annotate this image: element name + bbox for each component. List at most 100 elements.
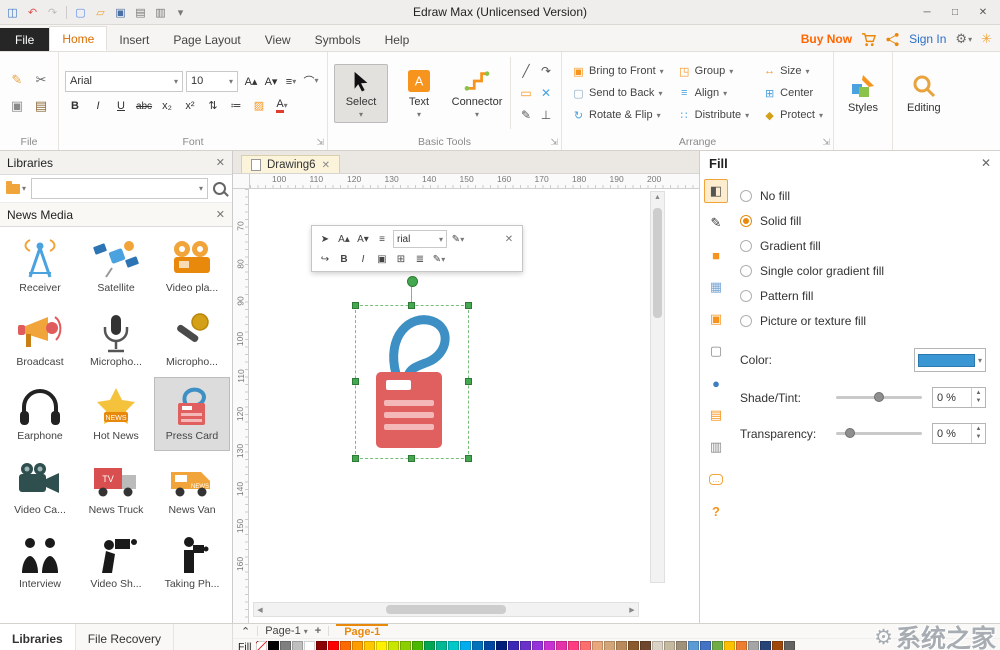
fill-tool-icon[interactable]: ◧ [704,179,728,203]
font-combo[interactable]: rial▾ [393,230,447,248]
bullets-button[interactable]: ≔ [226,96,246,116]
bottom-tab-file-recovery[interactable]: File Recovery [76,624,174,650]
connector-icon[interactable]: ↪ [317,251,333,267]
color-swatch[interactable] [760,641,771,650]
new-document-icon[interactable]: ▢ [72,4,89,21]
horizontal-scrollbar[interactable]: ◀ ▶ [253,602,639,617]
color-swatch[interactable] [400,641,411,650]
library-icon[interactable]: ▣ [704,307,728,331]
arrange-send-to-back-button[interactable]: ▢ Send to Back▾ [572,84,664,102]
resize-handle-ne[interactable] [465,302,472,309]
library-item-micropho[interactable]: Micropho... [154,303,230,377]
color-swatch[interactable] [724,641,735,650]
add-page-button[interactable]: + [315,625,321,637]
color-swatch[interactable] [448,641,459,650]
color-swatch[interactable] [736,641,747,650]
library-item-interview[interactable]: Interview [2,525,78,599]
undo-icon[interactable]: ↶ [24,4,41,21]
color-swatch[interactable] [268,641,279,650]
fill-option-picture-or-texture-fill[interactable]: Picture or texture fill [740,308,986,333]
text-tool[interactable]: A Text▾ [392,64,446,123]
search-icon[interactable] [213,182,226,195]
shade-slider-thumb[interactable] [874,392,884,402]
resize-handle-s[interactable] [408,455,415,462]
minimize-button[interactable]: ─ [914,4,940,21]
library-item-video-pla[interactable]: Video pla... [154,229,230,303]
sign-in-link[interactable]: Sign In [909,32,946,46]
layer-icon[interactable]: ▤ [704,403,728,427]
color-swatch[interactable] [664,641,675,650]
subscript-button[interactable]: x₂ [157,96,177,116]
fill-option-gradient-fill[interactable]: Gradient fill [740,233,986,258]
color-swatch[interactable] [424,641,435,650]
horizontal-scroll-thumb[interactable] [386,605,506,614]
promotion-icon[interactable]: ✳ [981,31,992,47]
shade-spinner[interactable]: 0 % ▲▼ [932,387,986,408]
share-icon[interactable] [885,32,900,47]
transparency-spinner[interactable]: 0 % ▲▼ [932,423,986,444]
align-text-button[interactable]: ≡▾ [281,72,301,92]
arc-tool[interactable]: ↷ [537,61,555,81]
color-swatch[interactable] [352,641,363,650]
color-swatch[interactable] [280,641,291,650]
color-swatch[interactable] [364,641,375,650]
close-fill-panel-icon[interactable]: ✕ [981,156,991,170]
color-swatch[interactable] [292,641,303,650]
close-section-icon[interactable]: ✕ [216,208,225,221]
ribbon-tab-symbols[interactable]: Symbols [303,28,373,51]
transparency-slider-thumb[interactable] [845,428,855,438]
color-swatch[interactable] [532,641,543,650]
color-swatch[interactable] [304,641,315,650]
italic-button[interactable]: I [88,96,108,116]
arrange-size-button[interactable]: ↔ Size▾ [763,62,823,80]
color-swatch[interactable] [604,641,615,650]
connector-tool[interactable]: Connector▾ [450,64,504,123]
resize-handle-e[interactable] [465,378,472,385]
styles-button[interactable]: Styles [840,73,886,114]
ribbon-tab-insert[interactable]: Insert [107,28,161,51]
picture-icon[interactable]: ▦ [704,275,728,299]
color-swatch[interactable] [460,641,471,650]
help-icon[interactable]: ? [704,499,728,523]
highlight-button[interactable]: ▨ [249,96,269,116]
resize-handle-se[interactable] [465,455,472,462]
shrink-font-icon[interactable]: A▾ [355,231,371,247]
library-item-satellite[interactable]: Satellite [78,229,154,303]
close-libraries-icon[interactable]: ✕ [216,156,225,169]
arrange-center-button[interactable]: ⊞ Center [763,84,823,102]
comment-icon[interactable]: … [704,467,728,491]
ribbon-tab-page-layout[interactable]: Page Layout [161,28,252,51]
resize-handle-n[interactable] [408,302,415,309]
text-effects-button[interactable]: ⌒▾ [301,71,321,91]
bold-button[interactable]: B [65,96,85,116]
collapse-icon[interactable]: ⌃ [241,625,250,638]
arrange-distribute-button[interactable]: ∷ Distribute▾ [678,106,749,124]
format-painter-button[interactable]: ✎ [6,68,28,92]
format-painter-icon[interactable]: ✎▾ [431,251,447,267]
color-swatch[interactable] [496,641,507,650]
rotation-handle[interactable] [407,276,418,287]
anchor-tool[interactable]: ⊥ [537,105,555,125]
color-swatch[interactable] [412,641,423,650]
redo-icon[interactable]: ↷ [44,4,61,21]
library-item-press-card[interactable]: Press Card [154,377,230,451]
maximize-button[interactable]: □ [942,4,968,21]
color-swatch[interactable] [640,641,651,650]
arrange-dialog-launcher-icon[interactable]: ⇲ [822,137,830,148]
library-item-earphone[interactable]: Earphone [2,377,78,451]
color-swatch[interactable] [568,641,579,650]
settings-gear-icon[interactable]: ⚙▾ [955,31,972,47]
ribbon-tab-view[interactable]: View [253,28,303,51]
editing-button[interactable]: Editing [899,73,949,114]
page-selector[interactable]: Page-1 ▾ [265,625,308,637]
app-icon[interactable]: ◫ [4,4,21,21]
export-icon[interactable]: ▥ [152,4,169,21]
line-tool[interactable]: ╱ [517,61,535,81]
background-icon[interactable]: ▢ [704,339,728,363]
shape-style-icon[interactable]: ■ [704,243,728,267]
arrange-protect-button[interactable]: ◆ Protect▾ [763,106,823,124]
library-item-taking-ph[interactable]: Taking Ph... [154,525,230,599]
ribbon-tab-home[interactable]: Home [49,26,107,51]
strikethrough-button[interactable]: abc [134,96,154,116]
color-swatch[interactable] [388,641,399,650]
